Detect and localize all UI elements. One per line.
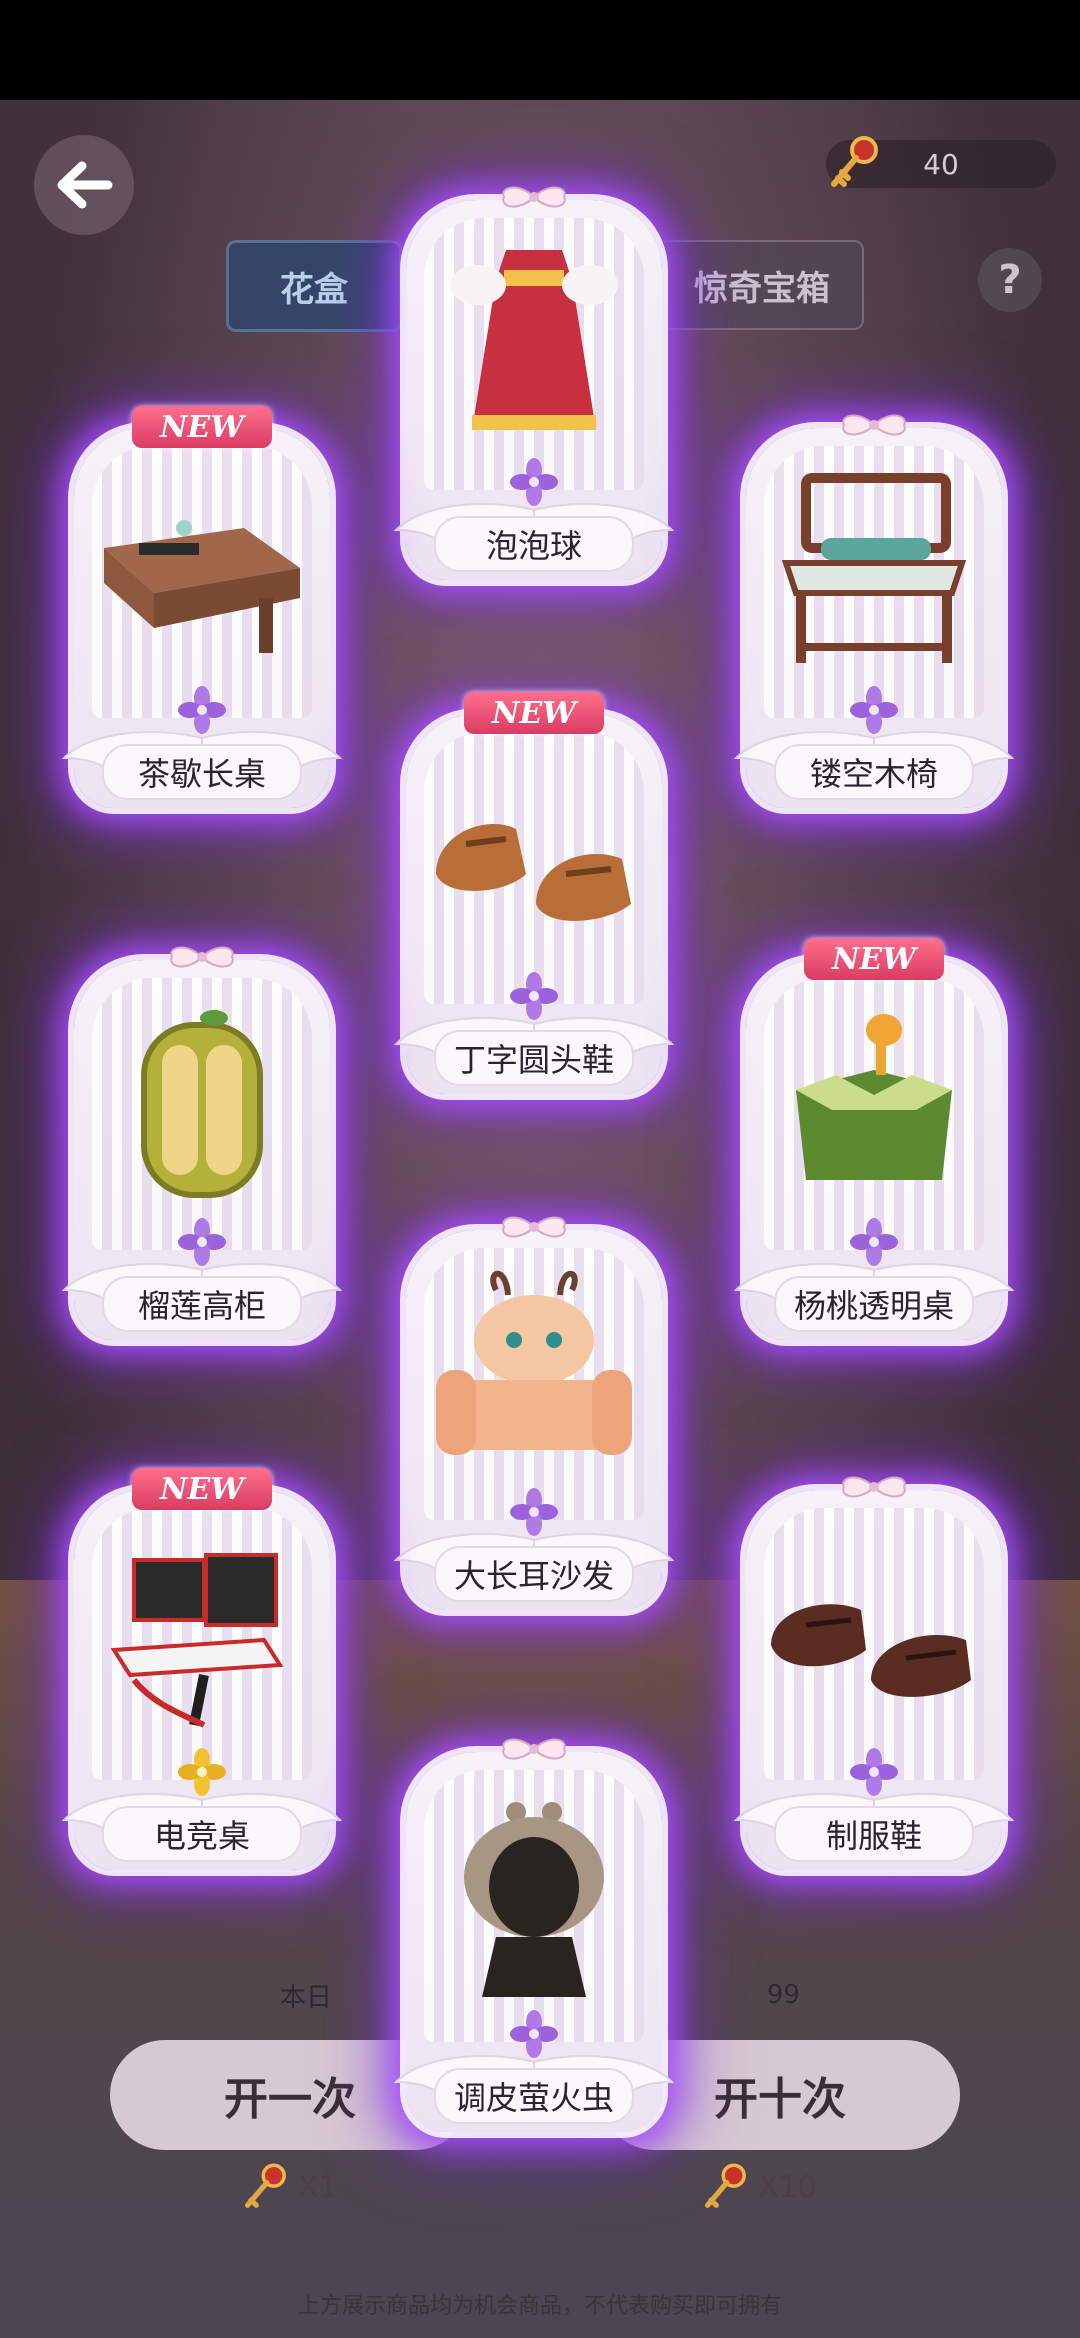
shoes-icon — [436, 824, 631, 921]
hair-icon — [464, 1802, 604, 1997]
key-count: 40 — [923, 147, 959, 181]
flower-icon — [510, 1488, 558, 1536]
help-button[interactable]: ? — [978, 248, 1042, 312]
card-label: 制服鞋 — [774, 1806, 974, 1862]
card-label: 调皮萤火虫 — [434, 2068, 634, 2124]
gold-flower-icon — [178, 1748, 226, 1796]
tab-jingqi[interactable]: 惊奇宝箱 — [660, 240, 864, 330]
card-label: 大长耳沙发 — [434, 1546, 634, 1602]
flower-icon — [850, 1748, 898, 1796]
reward-card-liulian-gaogui[interactable]: 榴莲高柜 — [63, 946, 341, 1340]
disclaimer: 上方展示商品均为机会商品，不代表购买即可拥有 — [297, 2294, 782, 2319]
new-badge: NEW — [464, 692, 604, 734]
bow-ornament — [842, 1476, 906, 1498]
reward-card-zhifuxie[interactable]: 制服鞋 — [735, 1476, 1013, 1870]
bow-ornament — [502, 186, 566, 208]
open-ten-label: 开十次 — [714, 2074, 846, 2125]
key-icon — [244, 2163, 286, 2208]
card-label: 丁字圆头鞋 — [434, 1030, 634, 1086]
back-button[interactable] — [34, 135, 134, 235]
sofa-icon — [436, 1270, 632, 1455]
cost-ten: X10 — [700, 2160, 817, 2214]
card-label: 杨桃透明桌 — [774, 1276, 974, 1332]
gaming-desk-icon — [110, 1553, 284, 1728]
dress-icon — [450, 250, 618, 430]
card-label: 茶歇长桌 — [102, 744, 302, 800]
bow-ornament — [170, 946, 234, 968]
flower-icon — [510, 2010, 558, 2058]
open-once-label: 开一次 — [224, 2074, 356, 2125]
wooden-chair-icon — [781, 473, 967, 663]
flower-icon — [178, 686, 226, 734]
status-bar — [0, 0, 1080, 100]
flower-icon — [510, 458, 558, 506]
key-icon — [704, 2163, 746, 2208]
flower-icon — [178, 1218, 226, 1266]
reward-card-dachanger-shafa[interactable]: 大长耳沙发 — [395, 1216, 673, 1610]
card-label: 电竞桌 — [102, 1806, 302, 1862]
cost-ten-value: X10 — [758, 2169, 817, 2205]
card-label: 榴莲高柜 — [102, 1276, 302, 1332]
reward-card-chaxie-changzhuo[interactable]: NEW 茶歇长桌 — [63, 406, 341, 808]
flower-icon — [510, 972, 558, 1020]
reward-card-tiaopi-yinghuochong[interactable]: 调皮萤火虫 — [395, 1738, 673, 2132]
bow-ornament — [502, 1738, 566, 1760]
daily-limit-left: 本日 — [280, 1982, 333, 2013]
bow-ornament — [842, 414, 906, 436]
starfruit-table-icon — [796, 1014, 952, 1180]
reward-card-yangtao-toumingzhuo[interactable]: NEW 杨桃透明桌 — [735, 938, 1013, 1340]
reward-card-paopaoqiu[interactable]: 泡泡球 — [395, 186, 673, 580]
reward-card-dingzi-yuantouxie[interactable]: NEW 丁字圆头鞋 — [395, 692, 673, 1094]
new-badge: NEW — [804, 938, 944, 980]
new-badge: NEW — [132, 406, 272, 448]
loafers-icon — [771, 1604, 971, 1697]
flower-icon — [850, 686, 898, 734]
reward-card-loukong-muyi[interactable]: 镂空木椅 — [735, 414, 1013, 808]
card-label: 泡泡球 — [434, 516, 634, 572]
reward-card-dianjingzhuo[interactable]: NEW 电竞桌 — [63, 1468, 341, 1870]
flower-icon — [850, 1218, 898, 1266]
tab-jingqi-label: 惊奇宝箱 — [694, 268, 830, 309]
cost-once: X1 — [240, 2160, 338, 2214]
durian-cabinet-icon — [141, 1010, 263, 1198]
tea-table-icon — [104, 520, 300, 653]
cost-once-value: X1 — [298, 2169, 338, 2205]
daily-limit-right: 99 — [766, 1980, 800, 2010]
bow-ornament — [502, 1216, 566, 1238]
question-icon: ? — [998, 257, 1022, 303]
new-badge: NEW — [132, 1468, 272, 1510]
card-label: 镂空木椅 — [774, 744, 974, 800]
tab-huahe-label: 花盒 — [280, 269, 348, 310]
key-icon — [831, 136, 878, 187]
tab-huahe[interactable]: 花盒 — [226, 240, 402, 332]
back-arrow-icon — [57, 161, 113, 209]
